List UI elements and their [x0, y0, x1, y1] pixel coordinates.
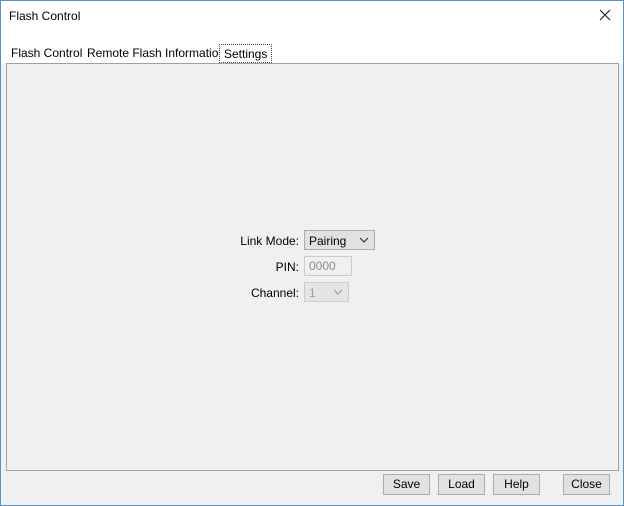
- pin-label: PIN:: [275, 260, 299, 274]
- window-title: Flash Control: [9, 9, 81, 23]
- chevron-down-icon: [358, 231, 370, 249]
- channel-label: Channel:: [250, 286, 299, 300]
- pin-field[interactable]: 0000: [304, 256, 352, 276]
- link-mode-label: Link Mode:: [240, 234, 299, 248]
- load-button[interactable]: Load: [438, 474, 485, 495]
- chevron-down-icon: [332, 283, 344, 301]
- title-bar: Flash Control: [1, 1, 623, 32]
- tab-strip: Flash Control Remote Flash Information S…: [1, 32, 623, 64]
- close-button[interactable]: Close: [563, 474, 610, 495]
- tab-flash-control[interactable]: Flash Control: [7, 44, 88, 62]
- save-button[interactable]: Save: [383, 474, 430, 495]
- flash-control-window: Flash Control Flash Control Remote Flash…: [0, 0, 624, 506]
- tab-settings[interactable]: Settings: [219, 44, 273, 63]
- close-icon[interactable]: [595, 5, 615, 25]
- channel-select[interactable]: 1: [304, 282, 349, 302]
- tab-remote-flash-information[interactable]: Remote Flash Information: [83, 44, 231, 62]
- channel-value: 1: [309, 286, 316, 300]
- link-mode-select[interactable]: Pairing: [304, 230, 375, 250]
- help-button[interactable]: Help: [493, 474, 540, 495]
- link-mode-value: Pairing: [309, 234, 347, 248]
